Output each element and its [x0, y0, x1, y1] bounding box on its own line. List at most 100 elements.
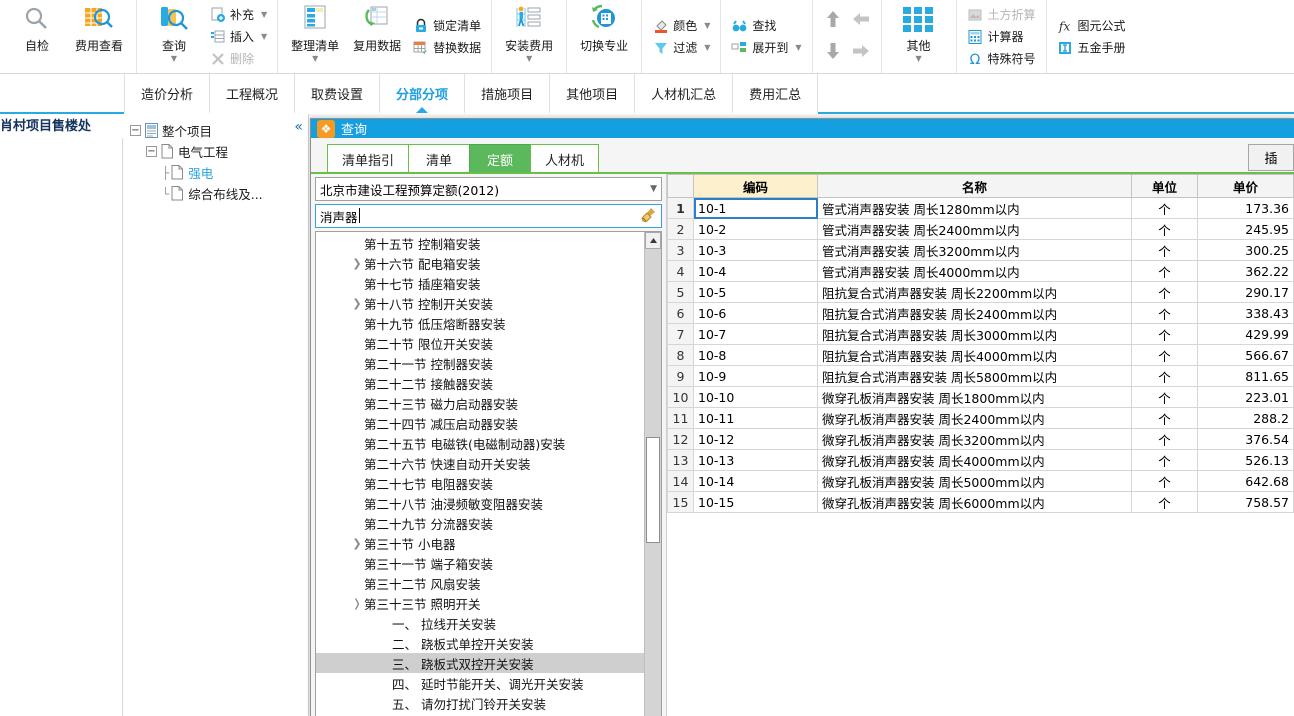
chevron-down-icon[interactable]: ▼	[704, 43, 710, 52]
table-row[interactable]: 8 10-8 阻抗复合式消声器安装 周长4000mm以内 个 566.67	[667, 344, 1294, 366]
chevron-down-icon[interactable]: ▼	[915, 55, 921, 63]
cell-name[interactable]: 微穿孔板消声器安装 周长6000mm以内	[817, 491, 1132, 513]
cell-price[interactable]: 223.01	[1197, 386, 1294, 408]
cell-name[interactable]: 管式消声器安装 周长3200mm以内	[817, 239, 1132, 261]
table-row[interactable]: 3 10-3 管式消声器安装 周长3200mm以内 个 300.25	[667, 239, 1294, 261]
cell-name[interactable]: 微穿孔板消声器安装 周长3200mm以内	[817, 428, 1132, 450]
catalog-scrollbar[interactable]	[644, 232, 661, 716]
cell-unit[interactable]: 个	[1131, 281, 1198, 303]
cell-name[interactable]: 阻抗复合式消声器安装 周长2400mm以内	[817, 302, 1132, 324]
cell-name[interactable]: 微穿孔板消声器安装 周长1800mm以内	[817, 386, 1132, 408]
catalog-item[interactable]: 五、 请勿打扰门铃开关安装	[316, 693, 644, 713]
chevron-right-icon[interactable]: ❯	[350, 297, 364, 310]
move-up-button[interactable]	[820, 8, 846, 34]
lock-list-button[interactable]: 锁定清单	[408, 15, 485, 37]
chevron-down-icon[interactable]: ▼	[312, 55, 318, 63]
chevron-down-icon[interactable]: ▼	[261, 10, 267, 19]
cell-unit[interactable]: 个	[1131, 260, 1198, 282]
cell-name[interactable]: 阻抗复合式消声器安装 周长4000mm以内	[817, 344, 1132, 366]
dialog-tab-list[interactable]: 清单	[408, 144, 471, 174]
cell-price[interactable]: 429.99	[1197, 323, 1294, 345]
cell-code[interactable]: 10-2	[693, 218, 818, 240]
catalog-item[interactable]: 二、 跷板式单控开关安装	[316, 633, 644, 653]
catalog-item-lighting-switch[interactable]: ❭ 第三十三节 照明开关	[316, 593, 644, 613]
chevron-down-icon[interactable]: ▼	[650, 184, 657, 194]
tab-cost-analysis[interactable]: 造价分析	[124, 74, 211, 114]
tree-item-electrical[interactable]: − 电气工程	[124, 141, 308, 162]
catalog-item[interactable]: 第二十二节 接触器安装	[316, 373, 644, 393]
cell-name[interactable]: 管式消声器安装 周长1280mm以内	[817, 197, 1132, 219]
column-header-name[interactable]: 名称	[817, 174, 1132, 198]
cell-code[interactable]: 10-6	[693, 302, 818, 324]
cell-price[interactable]: 300.25	[1197, 239, 1294, 261]
chevron-down-icon[interactable]: ❭	[350, 597, 364, 610]
reuse-data-button[interactable]: 复用数据	[346, 0, 408, 73]
cell-name[interactable]: 管式消声器安装 周长4000mm以内	[817, 260, 1132, 282]
tab-project-overview[interactable]: 工程概况	[210, 74, 296, 114]
column-header-price[interactable]: 单价	[1197, 174, 1294, 198]
expander-icon[interactable]: −	[146, 146, 157, 157]
cell-unit[interactable]: 个	[1131, 323, 1198, 345]
cell-price[interactable]: 526.13	[1197, 449, 1294, 471]
tree-item-strong-electric[interactable]: ├ 强电	[124, 162, 308, 183]
catalog-item[interactable]: 第二十六节 快速自动开关安装	[316, 453, 644, 473]
tab-fee-settings[interactable]: 取费设置	[295, 74, 381, 114]
cell-price[interactable]: 376.54	[1197, 428, 1294, 450]
cell-name[interactable]: 微穿孔板消声器安装 周长4000mm以内	[817, 449, 1132, 471]
column-header-unit[interactable]: 单位	[1131, 174, 1198, 198]
chevron-down-icon[interactable]: ▼	[704, 21, 710, 30]
cell-price[interactable]: 290.17	[1197, 281, 1294, 303]
catalog-item[interactable]: 第十九节 低压熔断器安装	[316, 313, 644, 333]
catalog-item[interactable]: 第二十七节 电阻器安装	[316, 473, 644, 493]
color-button[interactable]: 颜色 ▼	[648, 15, 714, 37]
cell-price[interactable]: 173.36	[1197, 197, 1294, 219]
fee-view-button[interactable]: 费用查看	[68, 0, 130, 73]
cell-price[interactable]: 338.43	[1197, 302, 1294, 324]
collapse-left-icon[interactable]: «	[294, 119, 303, 135]
cell-name[interactable]: 阻抗复合式消声器安装 周长3000mm以内	[817, 323, 1132, 345]
cell-code[interactable]: 10-12	[693, 428, 818, 450]
cell-unit[interactable]: 个	[1131, 344, 1198, 366]
special-symbol-button[interactable]: Ω 特殊符号	[963, 48, 1040, 70]
cell-price[interactable]: 642.68	[1197, 470, 1294, 492]
catalog-item[interactable]: 第二十八节 油浸频敏变阻器安装	[316, 493, 644, 513]
tree-item-structured-cabling[interactable]: └ 综合布线及...	[124, 183, 308, 204]
find-button[interactable]: 查找	[727, 15, 805, 37]
cell-code[interactable]: 10-7	[693, 323, 818, 345]
catalog-item[interactable]: 第二十三节 磁力启动器安装	[316, 393, 644, 413]
cell-unit[interactable]: 个	[1131, 428, 1198, 450]
cell-name[interactable]: 阻抗复合式消声器安装 周长2200mm以内	[817, 281, 1132, 303]
table-row[interactable]: 15 10-15 微穿孔板消声器安装 周长6000mm以内 个 758.57	[667, 491, 1294, 513]
chevron-down-icon[interactable]: ▼	[526, 55, 532, 63]
cell-code[interactable]: 10-4	[693, 260, 818, 282]
query-button[interactable]: 查询 ▼	[143, 0, 205, 73]
filter-button[interactable]: 过滤 ▼	[648, 37, 714, 59]
cell-unit[interactable]: 个	[1131, 407, 1198, 429]
tree-item-whole-project[interactable]: − 整个项目	[124, 120, 308, 141]
catalog-item[interactable]: 一、 拉线开关安装	[316, 613, 644, 633]
other-button[interactable]: 其他 ▼	[888, 0, 950, 73]
table-row[interactable]: 10 10-10 微穿孔板消声器安装 周长1800mm以内 个 223.01	[667, 386, 1294, 408]
cell-code[interactable]: 10-13	[693, 449, 818, 471]
cell-code[interactable]: 10-14	[693, 470, 818, 492]
scrollbar-thumb[interactable]	[646, 437, 660, 543]
expand-to-button[interactable]: 展开到 ▼	[727, 37, 805, 59]
cell-price[interactable]: 288.2	[1197, 407, 1294, 429]
catalog-item[interactable]: 第二十一节 控制器安装	[316, 353, 644, 373]
cell-unit[interactable]: 个	[1131, 197, 1198, 219]
switch-profession-button[interactable]: 切换专业	[573, 0, 635, 73]
tab-measure-items[interactable]: 措施项目	[465, 74, 551, 114]
cell-price[interactable]: 811.65	[1197, 365, 1294, 387]
cell-unit[interactable]: 个	[1131, 218, 1198, 240]
move-down-button[interactable]	[820, 40, 846, 66]
catalog-item[interactable]: 第二十节 限位开关安装	[316, 333, 644, 353]
chevron-down-icon[interactable]: ▼	[795, 43, 801, 52]
move-left-button[interactable]	[848, 8, 874, 34]
cell-name[interactable]: 阻抗复合式消声器安装 周长5800mm以内	[817, 365, 1132, 387]
hardware-manual-button[interactable]: 五金手册	[1053, 37, 1130, 59]
cell-code[interactable]: 10-8	[693, 344, 818, 366]
catalog-item-selected[interactable]: 三、 跷板式双控开关安装	[316, 653, 644, 673]
chevron-right-icon[interactable]: ❯	[350, 537, 364, 550]
supplement-button[interactable]: 补充 ▼	[205, 4, 271, 26]
catalog-item[interactable]: ❯ 第三十节 小电器	[316, 533, 644, 553]
